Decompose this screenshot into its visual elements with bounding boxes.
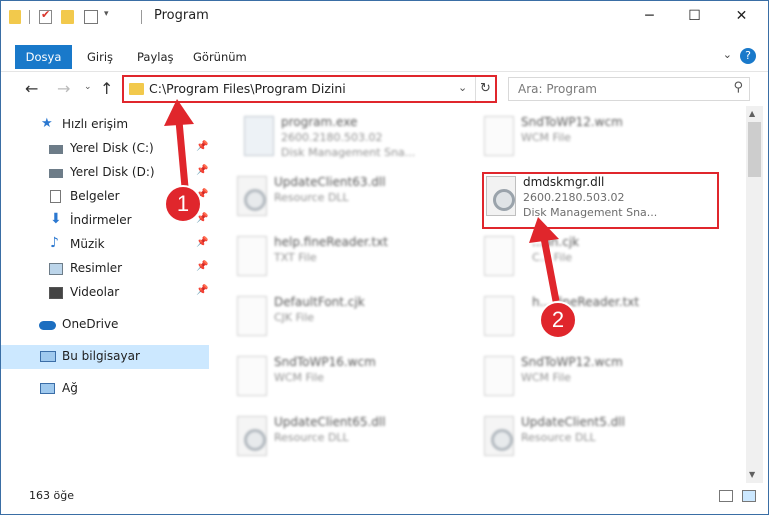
annotation-arrows [164,99,560,302]
arrow-1-shaft [175,120,189,188]
arrow-2-head [529,217,559,243]
arrow-1-head [164,99,194,126]
arrow-2-shaft [540,237,560,302]
explorer-window: ✔ ▾ Program ─ ☐ ✕ Dosya Giriş Paylaş Gör… [0,0,769,515]
step-1-badge: 1 [164,185,202,223]
step-2-badge: 2 [539,301,577,339]
